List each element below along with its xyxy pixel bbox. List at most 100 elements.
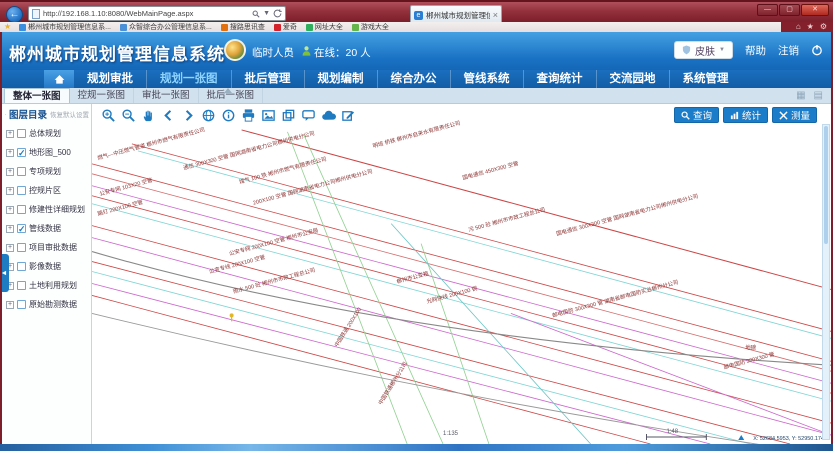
minimize-button[interactable]: — bbox=[757, 4, 778, 16]
menu-item-1[interactable]: 规划一张图 bbox=[147, 70, 232, 88]
identify-icon[interactable] bbox=[220, 107, 236, 123]
zoom-out-icon[interactable] bbox=[120, 107, 136, 123]
favorites-star-icon[interactable]: ★ bbox=[4, 23, 11, 31]
close-button[interactable]: ✕ bbox=[801, 4, 829, 16]
export-image-icon[interactable] bbox=[260, 107, 276, 123]
online-user-icon bbox=[302, 43, 311, 53]
map-canvas[interactable]: 明培 桥铁 郴州市自来水有限责任公司燃气—中压燃气管道 郴州市燃气有限责任公司通… bbox=[92, 104, 831, 444]
full-extent-icon[interactable] bbox=[200, 107, 216, 123]
layer-tree-item[interactable]: +✓管线数据 bbox=[2, 219, 91, 238]
layer-checkbox[interactable] bbox=[17, 300, 26, 309]
layer-tree-item[interactable]: +总体规划 bbox=[2, 124, 91, 143]
previous-icon[interactable] bbox=[160, 107, 176, 123]
menu-item-5[interactable]: 管线系统 bbox=[451, 70, 524, 88]
layer-checkbox[interactable] bbox=[17, 167, 26, 176]
layer-tree-item[interactable]: +原始勘测数据 bbox=[2, 295, 91, 314]
tab-close-icon[interactable]: × bbox=[493, 10, 498, 20]
upload-icon[interactable] bbox=[320, 107, 336, 123]
layer-checkbox[interactable] bbox=[17, 205, 26, 214]
gear-icon[interactable]: ⚙ bbox=[820, 23, 827, 31]
restore-default-link[interactable]: 恢复默认设置 bbox=[50, 109, 89, 119]
layer-checkbox[interactable]: ✓ bbox=[17, 148, 26, 157]
next-icon[interactable] bbox=[180, 107, 196, 123]
favorite-link[interactable]: 网址大全 bbox=[306, 22, 343, 32]
map-drawing: 明培 桥铁 郴州市自来水有限责任公司燃气—中压燃气管道 郴州市燃气有限责任公司通… bbox=[92, 104, 831, 444]
layer-tree-item[interactable]: +✓地形图_500 bbox=[2, 143, 91, 162]
map-scrollbar[interactable] bbox=[822, 124, 830, 440]
expand-icon[interactable]: + bbox=[6, 225, 14, 233]
avatar[interactable] bbox=[224, 39, 246, 61]
chevron-down-icon[interactable]: ▼ bbox=[285, 47, 291, 53]
subtab-2[interactable]: 审批一张图 bbox=[134, 88, 199, 103]
map-coordinates: X: 52684.5953, Y: 52950.1744 bbox=[753, 436, 827, 442]
menu-item-3[interactable]: 规划编制 bbox=[305, 70, 378, 88]
layer-checkbox[interactable] bbox=[17, 243, 26, 252]
map-line bbox=[421, 244, 489, 444]
favorite-link[interactable]: 游戏大全 bbox=[352, 22, 389, 32]
favorite-link[interactable]: 众智综合办公管理信息系... bbox=[120, 22, 212, 32]
measure-button[interactable]: 测量 bbox=[772, 107, 817, 123]
caret-down-icon[interactable]: ▼ bbox=[263, 10, 270, 17]
tooltip-query-icon[interactable] bbox=[300, 107, 316, 123]
layer-tree-item[interactable]: +土地利用规划 bbox=[2, 276, 91, 295]
url-input[interactable] bbox=[43, 9, 249, 18]
subtab-0[interactable]: 整体一张图 bbox=[4, 88, 70, 103]
layer-tree-item[interactable]: +影像数据 bbox=[2, 257, 91, 276]
favicon-icon bbox=[306, 24, 313, 31]
menu-item-4[interactable]: 综合办公 bbox=[378, 70, 451, 88]
layer-tree-item[interactable]: +控规片区 bbox=[2, 181, 91, 200]
home-icon[interactable]: ⌂ bbox=[796, 23, 801, 31]
layer-checkbox[interactable] bbox=[17, 129, 26, 138]
edit-icon[interactable] bbox=[340, 107, 356, 123]
address-bar[interactable]: ▼ bbox=[28, 6, 286, 21]
maximize-button[interactable]: ▢ bbox=[779, 4, 800, 16]
expand-icon[interactable]: + bbox=[6, 149, 14, 157]
help-link[interactable]: 帮助 bbox=[745, 43, 766, 58]
pan-icon[interactable] bbox=[140, 107, 156, 123]
favorite-label: 游戏大全 bbox=[361, 22, 389, 32]
back-button[interactable]: ← bbox=[6, 6, 23, 23]
favorite-link[interactable]: 爱奇 bbox=[274, 22, 297, 32]
layer-checkbox[interactable] bbox=[17, 186, 26, 195]
map-line bbox=[92, 272, 750, 444]
skin-button[interactable]: 皮肤 ▼ bbox=[674, 41, 733, 59]
layer-tree-item[interactable]: +修建性详细规划 bbox=[2, 200, 91, 219]
grid-view-icon[interactable]: ▦ bbox=[796, 90, 805, 102]
layer-tree-item[interactable]: +项目审批数据 bbox=[2, 238, 91, 257]
layer-checkbox[interactable]: ✓ bbox=[17, 224, 26, 233]
power-button[interactable] bbox=[811, 44, 823, 56]
refresh-icon[interactable] bbox=[273, 9, 282, 18]
layer-checkbox[interactable] bbox=[17, 262, 26, 271]
zoom-in-icon[interactable] bbox=[100, 107, 116, 123]
statistics-button[interactable]: 统计 bbox=[723, 107, 768, 123]
menu-item-6[interactable]: 查询统计 bbox=[524, 70, 597, 88]
expand-icon[interactable]: + bbox=[6, 206, 14, 214]
windows-taskbar[interactable] bbox=[0, 444, 833, 451]
layer-checkbox[interactable] bbox=[17, 281, 26, 290]
subtab-1[interactable]: 控规一张图 bbox=[70, 88, 135, 103]
favorite-label: 爱奇 bbox=[283, 22, 297, 32]
layer-tree-item[interactable]: +专项规划 bbox=[2, 162, 91, 181]
menu-item-0[interactable]: 规划审批 bbox=[74, 70, 147, 88]
favorite-link[interactable]: 搜路思讯查 bbox=[221, 22, 265, 32]
menu-item-8[interactable]: 系统管理 bbox=[670, 70, 742, 88]
query-button[interactable]: 查询 bbox=[674, 107, 719, 123]
logout-link[interactable]: 注销 bbox=[778, 43, 799, 58]
search-icon[interactable] bbox=[252, 10, 260, 18]
print-icon[interactable] bbox=[240, 107, 256, 123]
expand-icon[interactable]: + bbox=[6, 168, 14, 176]
expand-icon[interactable]: + bbox=[6, 187, 14, 195]
favorite-label: 众智综合办公管理信息系... bbox=[129, 22, 212, 32]
expand-icon[interactable]: + bbox=[6, 244, 14, 252]
expand-icon[interactable]: + bbox=[6, 130, 14, 138]
menu-item-7[interactable]: 交流园地 bbox=[597, 70, 670, 88]
expand-icon[interactable]: + bbox=[6, 301, 14, 309]
list-view-icon[interactable]: ▤ bbox=[814, 90, 823, 102]
menu-item-2[interactable]: 批后管理 bbox=[232, 70, 305, 88]
favorite-link[interactable]: 郴州城市规划管理信息系... bbox=[19, 22, 111, 32]
scrollbar-thumb[interactable] bbox=[824, 126, 828, 244]
map-line bbox=[391, 224, 590, 444]
home-button[interactable] bbox=[44, 70, 74, 88]
overlay-icon[interactable] bbox=[280, 107, 296, 123]
favorites-icon[interactable]: ★ bbox=[807, 23, 814, 31]
